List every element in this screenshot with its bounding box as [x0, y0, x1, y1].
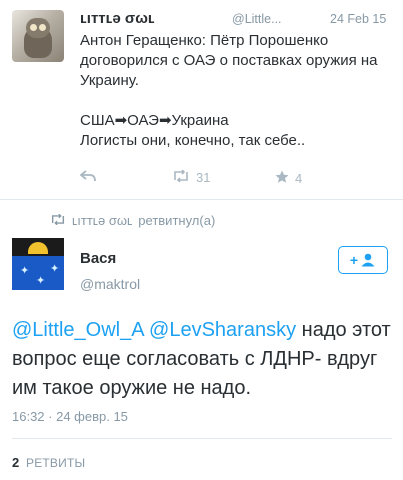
- retweet-count: 31: [196, 170, 211, 185]
- retweet-button[interactable]: 31: [172, 169, 211, 185]
- tweet-actions: 31 4: [79, 169, 380, 190]
- author-name[interactable]: ʟıттʟə σωʟ: [80, 10, 155, 27]
- star-glyph: ✦: [36, 275, 46, 287]
- retweeter-name[interactable]: ʟıттʟə σωʟ: [72, 213, 132, 228]
- favorite-count: 4: [295, 171, 303, 186]
- retweet-icon: [50, 213, 66, 228]
- mention-link[interactable]: @Little_Owl_A: [12, 319, 143, 341]
- divider: [0, 199, 403, 200]
- follow-user-icon: +: [350, 252, 376, 268]
- original-tweet: ʟıттʟə σωʟ @Little... 24 Feb 15 Антон Ге…: [0, 0, 403, 199]
- retweet-notice: ʟıттʟə σωʟ ретвитнул(а): [50, 213, 215, 228]
- tweet-text-line-1: Антон Геращенко: Пётр Порошенко договори…: [80, 32, 378, 89]
- tweet-timestamp[interactable]: 16:32 · 24 февр. 15: [12, 409, 128, 424]
- retweet-stats[interactable]: 2 РЕТВИТЫ: [12, 455, 85, 470]
- tweet-text: Антон Геращенко: Пётр Порошенко договори…: [80, 31, 395, 151]
- tweet-text-line-2: США➡ОАЭ➡Украина: [80, 112, 229, 129]
- avatar[interactable]: [12, 10, 64, 62]
- follow-plus: +: [349, 252, 359, 268]
- tweet-date[interactable]: 24 Feb 15: [330, 12, 386, 26]
- reply-tweet-text: @Little_Owl_A @LevSharansky надо этот во…: [12, 316, 396, 403]
- author-handle[interactable]: @Little...: [232, 12, 282, 26]
- favorite-button[interactable]: 4: [275, 170, 302, 187]
- retweet-icon: [172, 169, 190, 185]
- author-handle[interactable]: @maktrol: [80, 276, 140, 292]
- retweet-stats-count: 2: [12, 455, 20, 470]
- reply-button[interactable]: [79, 170, 96, 185]
- owl-eye-right: [39, 24, 46, 31]
- tweet-text-line-3: Логисты они, конечно, так себе..: [80, 132, 306, 149]
- reply-icon: [79, 170, 96, 185]
- author-name[interactable]: Вася: [80, 250, 116, 267]
- mention-link[interactable]: @LevSharansky: [149, 319, 296, 341]
- star-glyph: ✦: [20, 265, 30, 277]
- star-glyph: ✦: [50, 263, 60, 275]
- retweet-notice-suffix: ретвитнул(а): [138, 213, 216, 228]
- avatar[interactable]: ✦ ✦ ✦: [12, 238, 64, 290]
- retweet-stats-label: РЕТВИТЫ: [25, 456, 86, 470]
- divider: [12, 438, 392, 439]
- follow-button[interactable]: +: [338, 246, 388, 274]
- star-icon: [275, 170, 289, 187]
- owl-eye-left: [30, 24, 37, 31]
